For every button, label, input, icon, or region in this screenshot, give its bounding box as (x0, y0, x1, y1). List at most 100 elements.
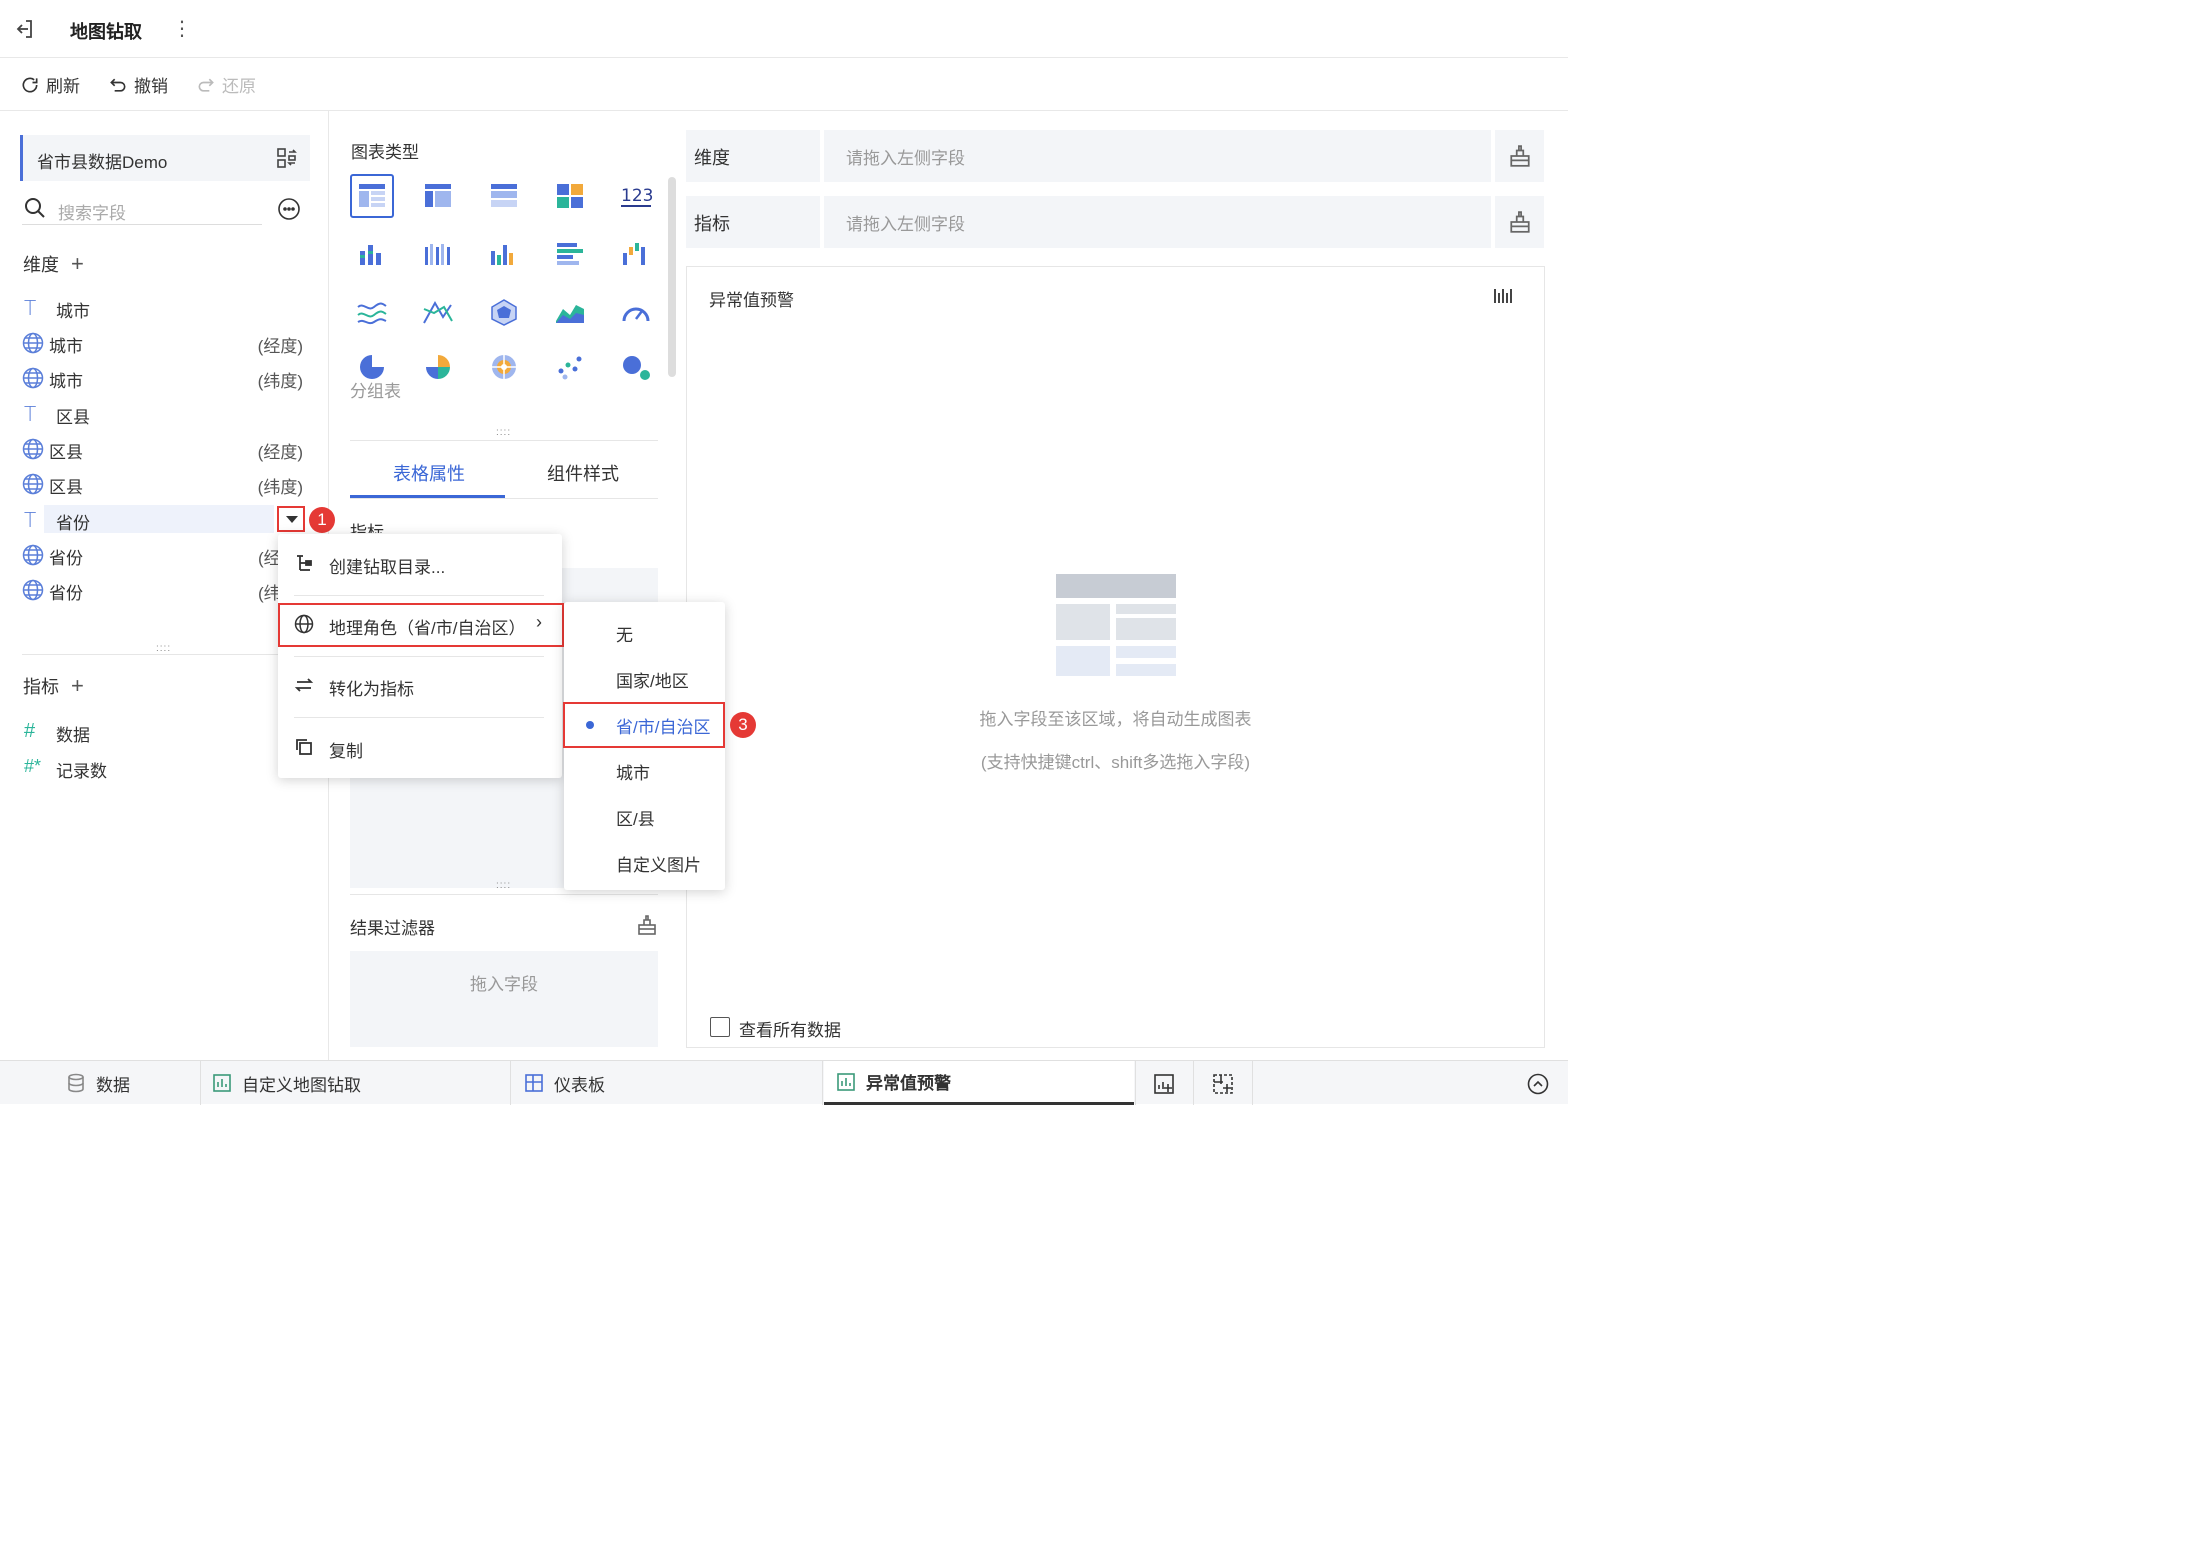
resize-handle[interactable]: :::: (496, 427, 511, 438)
dimension-suffix: (纬度) (257, 478, 303, 497)
menu-item-create-drill[interactable]: 创建钻取目录... (278, 544, 562, 584)
dimension-field[interactable]: 区县 (纬度) (22, 469, 307, 499)
resize-handle[interactable]: :::: (156, 643, 171, 654)
bar-chart-icon[interactable] (553, 239, 587, 269)
tab-dashboard[interactable]: 仪表板 (524, 1061, 822, 1105)
barcode-icon[interactable] (1493, 287, 1515, 305)
dimension-field[interactable]: T 区县 (22, 399, 307, 429)
dimension-label: 区县 (49, 478, 83, 497)
submenu-item-district[interactable]: 区/县 (564, 796, 725, 836)
dimension-label: 区县 (49, 443, 83, 462)
add-measure-icon[interactable]: + (71, 673, 84, 698)
dimension-field[interactable]: T 城市 (22, 293, 307, 323)
dimension-field[interactable]: 城市 (纬度) (22, 363, 307, 393)
dimension-label: 省份 (49, 584, 83, 603)
dimension-zone-label: 维度 (694, 148, 730, 168)
kpi-icon[interactable]: 123 (619, 181, 653, 211)
undo-button[interactable]: 撤销 (108, 72, 168, 97)
redo-button[interactable]: 还原 (196, 72, 256, 97)
switch-dataset-icon[interactable] (276, 147, 298, 169)
measure-field[interactable]: #* 记录数 (22, 753, 307, 783)
menu-item-copy[interactable]: 复制 (278, 728, 562, 768)
redo-label: 还原 (222, 77, 256, 96)
separator (510, 1061, 511, 1105)
card-icon[interactable] (553, 181, 587, 211)
grouped-column-icon[interactable] (421, 239, 455, 269)
text-type-icon: T (24, 508, 37, 532)
gauge-icon[interactable] (619, 297, 653, 327)
add-dashboard-icon[interactable] (1212, 1073, 1234, 1095)
dataset-selector[interactable]: 省市县数据Demo (20, 135, 310, 181)
dimension-drop-zone[interactable]: 维度 请拖入左侧字段 (686, 130, 1544, 182)
clear-zone-icon[interactable] (1508, 144, 1532, 168)
refresh-button[interactable]: 刷新 (20, 72, 80, 97)
column-chart-icon[interactable] (487, 239, 521, 269)
divider (294, 717, 544, 718)
stacked-column-icon[interactable] (355, 239, 389, 269)
submenu-item-custom-image[interactable]: 自定义图片 (564, 842, 725, 882)
cross-table-icon[interactable] (421, 181, 455, 211)
add-dimension-icon[interactable]: + (71, 251, 84, 276)
measure-drop-zone[interactable]: 指标 请拖入左侧字段 (686, 196, 1544, 248)
copy-icon (296, 739, 312, 755)
line-chart-icon[interactable] (355, 297, 389, 327)
donut-chart-icon[interactable] (421, 351, 455, 381)
table-chart-icon[interactable] (355, 181, 389, 211)
tab-label: 数据 (96, 1075, 130, 1095)
chart-type-label: 图表类型 (351, 143, 419, 162)
submenu-item-city[interactable]: 城市 (564, 750, 725, 790)
tab-anomaly-alert[interactable]: 异常值预警 (824, 1061, 1134, 1105)
divider (350, 440, 658, 441)
text-type-icon: T (24, 402, 37, 426)
filter-drop-zone[interactable]: 拖入字段 (350, 951, 658, 1047)
menu-item-convert-measure[interactable]: 转化为指标 (278, 666, 562, 706)
tab-label: 自定义地图钻取 (242, 1075, 361, 1095)
resize-handle[interactable]: :::: (496, 880, 511, 891)
more-options-icon[interactable] (278, 198, 300, 220)
add-chart-icon[interactable] (1153, 1073, 1175, 1095)
filter-clear-icon[interactable] (636, 914, 658, 936)
search-input[interactable]: 搜索字段 (58, 199, 126, 224)
dimension-field[interactable]: T 省份 (22, 505, 307, 535)
dimension-field[interactable]: 省份 (经 (22, 540, 307, 570)
waterfall-icon[interactable] (619, 239, 653, 269)
combo-line-icon[interactable] (421, 297, 455, 327)
text-type-icon: T (24, 296, 37, 320)
separator (1491, 130, 1495, 182)
detail-table-icon[interactable] (487, 181, 521, 211)
area-chart-icon[interactable] (553, 297, 587, 327)
tab-table-properties[interactable]: 表格属性 (393, 460, 465, 486)
scrollbar[interactable] (668, 177, 676, 377)
tab-custom-map-drill[interactable]: 自定义地图钻取 (212, 1061, 510, 1105)
collapse-up-icon[interactable] (1527, 1073, 1549, 1095)
measure-field[interactable]: # 数据 (22, 717, 307, 747)
tab-component-style[interactable]: 组件样式 (547, 460, 619, 486)
bubble-icon[interactable] (619, 351, 653, 381)
exit-icon[interactable] (12, 17, 36, 41)
dimension-field[interactable]: 城市 (经度) (22, 328, 307, 358)
field-search[interactable]: 搜索字段 (22, 195, 262, 225)
dimension-field[interactable]: 省份 (纬 (22, 575, 307, 605)
clear-zone-icon[interactable] (1508, 210, 1532, 234)
dimension-header-label: 维度 (23, 255, 59, 275)
divider (294, 595, 544, 596)
radar-icon[interactable] (487, 297, 521, 327)
sunburst-icon[interactable] (487, 351, 521, 381)
measure-header: 指标 + (23, 673, 84, 699)
divider (22, 654, 312, 655)
tab-data[interactable]: 数据 (66, 1061, 199, 1105)
submenu-item-country[interactable]: 国家/地区 (564, 658, 725, 698)
scatter-icon[interactable] (553, 351, 587, 381)
separator (1135, 1061, 1136, 1105)
more-vertical-icon[interactable]: ⋮ (172, 16, 192, 41)
refresh-label: 刷新 (46, 77, 80, 96)
globe-icon (22, 544, 44, 566)
measure-header-label: 指标 (23, 677, 59, 697)
submenu-item-none[interactable]: 无 (564, 612, 725, 652)
divider (294, 656, 544, 657)
view-all-checkbox[interactable] (710, 1017, 730, 1037)
dimension-field[interactable]: 区县 (经度) (22, 434, 307, 464)
menu-item-label: 转化为指标 (329, 680, 414, 699)
dimension-label: 省份 (56, 514, 90, 533)
field-dropdown-button[interactable] (277, 506, 305, 532)
